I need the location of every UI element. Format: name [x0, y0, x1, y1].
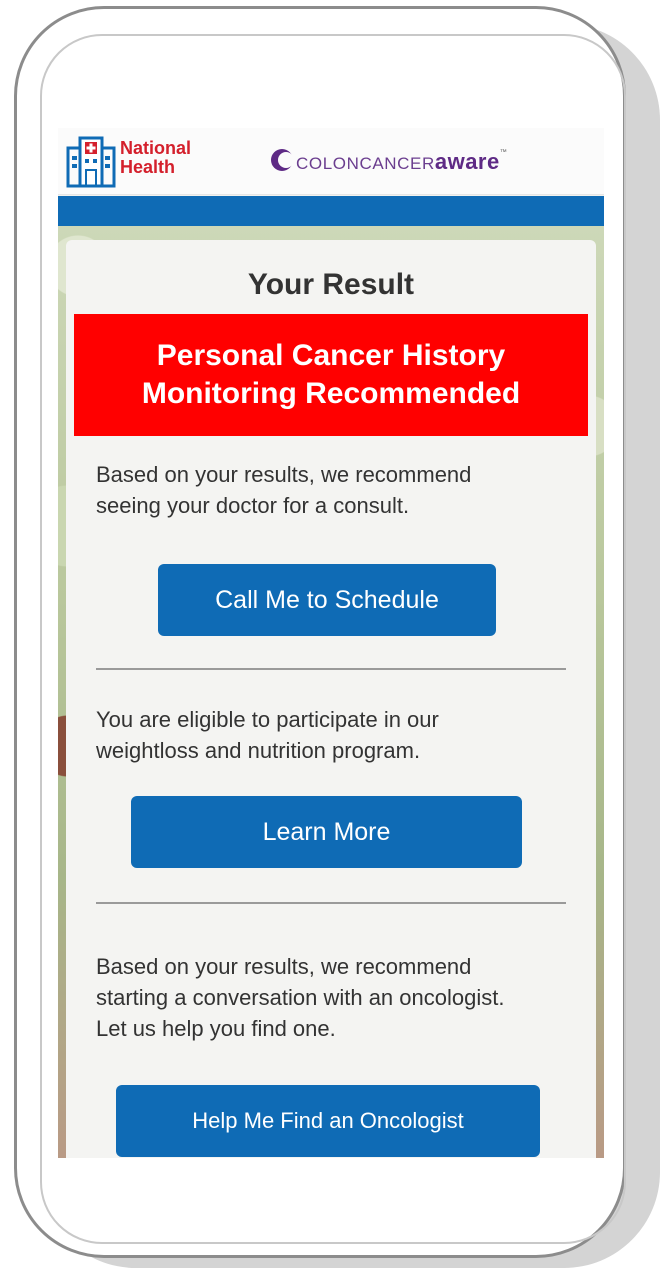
national-health-line2: Health [120, 157, 176, 177]
page-title: Your Result [247, 268, 415, 301]
result-banner: Personal Cancer History Monitoring Recom… [74, 314, 588, 436]
call-me-to-schedule-button[interactable]: Call Me to Schedule [158, 564, 496, 636]
colon-cancer-text: COLONCANCER [296, 154, 435, 173]
national-health-line1: National [120, 138, 192, 158]
hospital-icon [66, 136, 116, 188]
colon-cancer-aware-logo-text: COLONCANCERaware™ [296, 149, 507, 175]
divider [96, 902, 566, 904]
aware-text: aware [434, 149, 500, 174]
help-me-find-an-oncologist-button[interactable]: Help Me Find an Oncologist [116, 1085, 540, 1157]
text-line: Let us help you find one. [96, 1016, 336, 1041]
result-card: Your Result Personal Cancer History Moni… [66, 240, 596, 1158]
text-line: Based on your results, we recommend [96, 462, 472, 487]
learn-more-button[interactable]: Learn More [131, 796, 522, 868]
divider [96, 668, 566, 670]
text-line: starting a conversation with an oncologi… [96, 985, 505, 1010]
banner-line2: Monitoring Recommended [141, 377, 521, 410]
colon-cancer-aware-ribbon-icon [271, 149, 294, 171]
screen: National Health COLONCANCERaware™ Your R… [58, 128, 604, 1158]
header: National Health COLONCANCERaware™ [58, 128, 604, 195]
program-eligibility-text: You are eligible to participate in our w… [96, 704, 439, 766]
text-line: weightloss and nutrition program. [96, 738, 421, 763]
national-health-logo-text: National Health [120, 139, 191, 177]
header-accent-bar [58, 196, 604, 226]
text-line: Based on your results, we recommend [96, 954, 472, 979]
oncologist-recommendation-text: Based on your results, we recommend star… [96, 951, 504, 1044]
consult-recommendation-text: Based on your results, we recommend seei… [96, 459, 471, 521]
text-line: You are eligible to participate in our [96, 707, 439, 732]
banner-line1: Personal Cancer History [156, 339, 506, 372]
text-line: seeing your doctor for a consult. [96, 493, 410, 518]
trademark-symbol: ™ [499, 149, 508, 156]
